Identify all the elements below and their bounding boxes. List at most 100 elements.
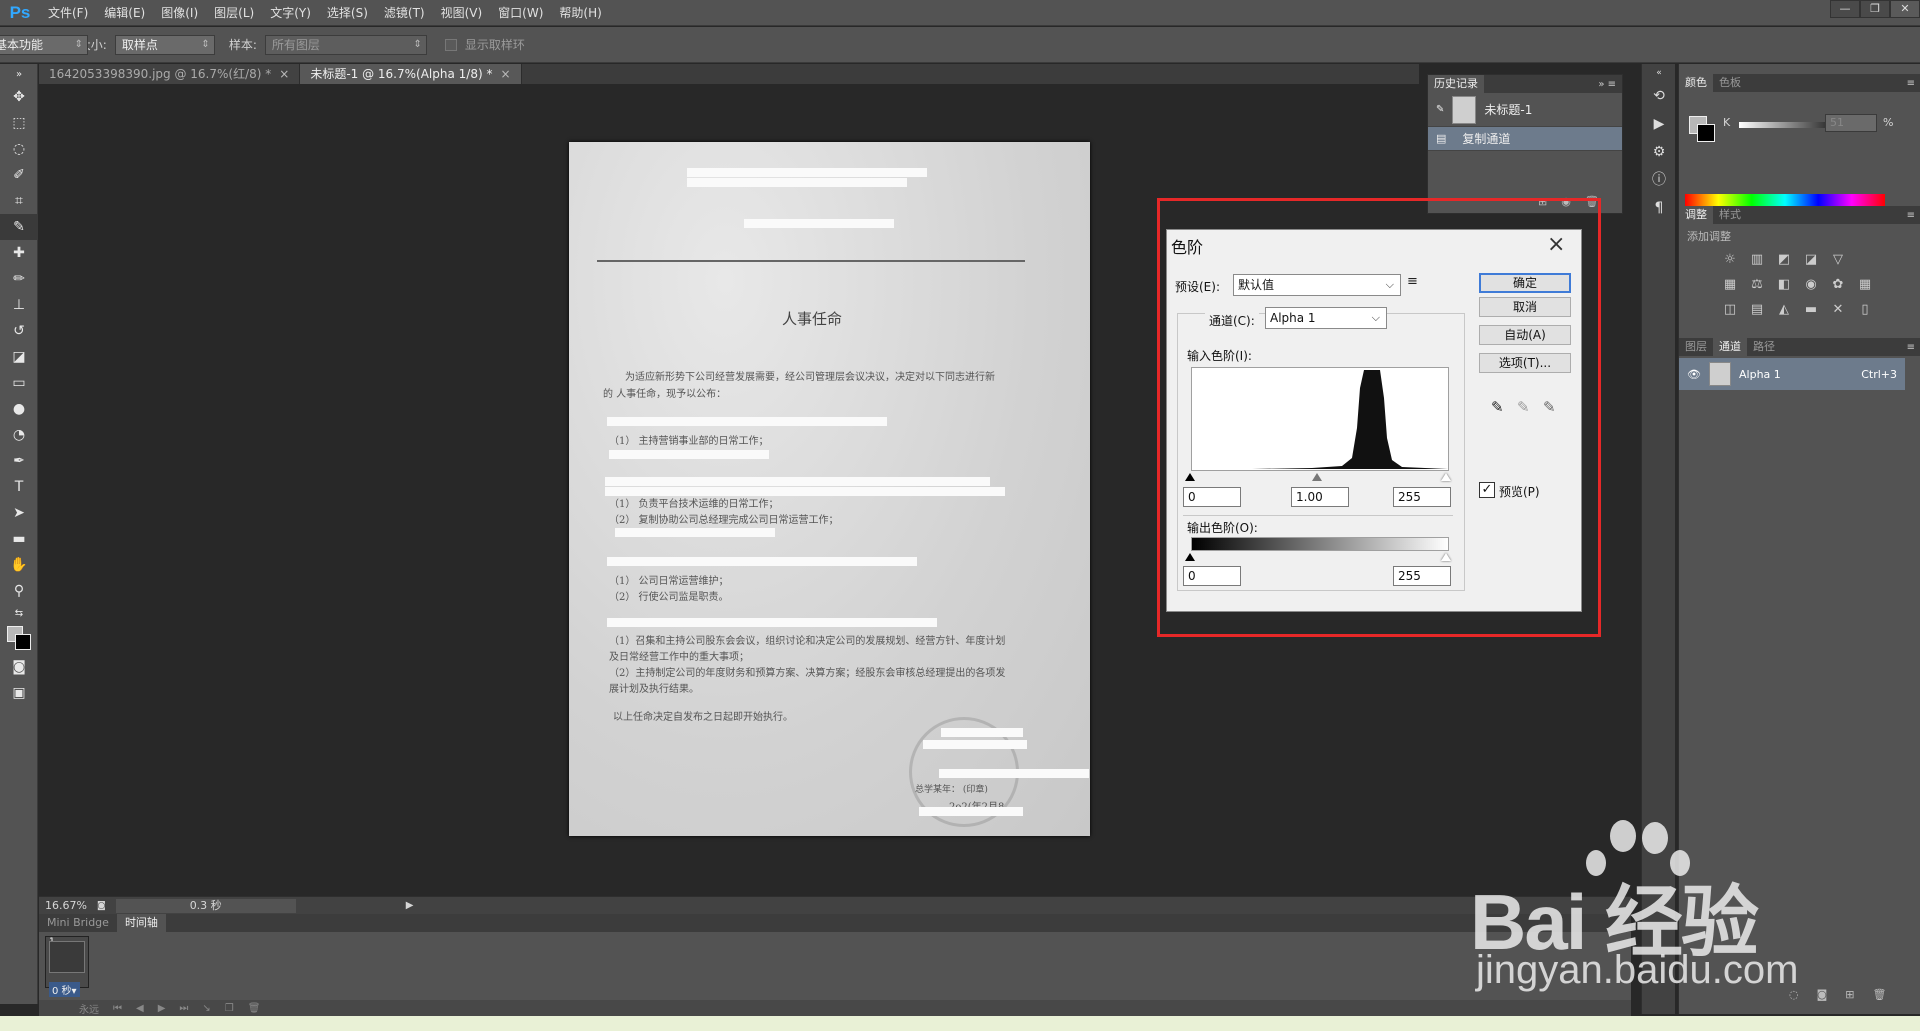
k-value-input[interactable]: 51 — [1825, 114, 1877, 132]
threshold-icon[interactable]: ◭ — [1773, 300, 1795, 320]
panel-menu-icon[interactable]: ≡ — [1907, 210, 1915, 221]
input-white-field[interactable]: 255 — [1393, 487, 1451, 507]
exposure-icon[interactable]: ◪ — [1800, 250, 1822, 270]
doc-info-icon[interactable]: ◙ — [97, 901, 106, 911]
black-white-icon[interactable]: ◧ — [1773, 275, 1795, 295]
menu-image[interactable]: 图像(I) — [153, 0, 206, 26]
screen-mode-icon[interactable]: ▣ — [0, 680, 38, 706]
preset-menu-icon[interactable]: ≡ — [1407, 274, 1418, 289]
background-color-swatch[interactable] — [1697, 124, 1715, 142]
output-black-field[interactable]: 0 — [1183, 566, 1241, 586]
sample-select[interactable]: 所有图层 — [264, 34, 427, 55]
menu-view[interactable]: 视图(V) — [433, 0, 491, 26]
sample-size-select[interactable]: 取样点 — [114, 34, 215, 55]
menu-help[interactable]: 帮助(H) — [551, 0, 609, 26]
brush-tool-icon[interactable]: ✏ — [0, 266, 38, 292]
play-icon[interactable]: ▶ — [158, 1003, 166, 1014]
duplicate-frame-icon[interactable]: ❐ — [225, 1003, 234, 1014]
menu-edit[interactable]: 编辑(E) — [96, 0, 153, 26]
hand-tool-icon[interactable]: ✋ — [0, 552, 38, 578]
marquee-tool-icon[interactable]: ⬚ — [0, 110, 38, 136]
preset-select[interactable]: 默认值 ⌵ — [1233, 274, 1401, 296]
properties-panel-icon[interactable]: ⚙ — [1642, 138, 1676, 166]
ok-button[interactable]: 确定 — [1479, 273, 1571, 293]
input-gamma-slider[interactable] — [1312, 473, 1322, 481]
menu-select[interactable]: 选择(S) — [319, 0, 376, 26]
input-black-slider[interactable] — [1185, 473, 1195, 481]
collapse-icon[interactable]: » — [0, 64, 38, 84]
tab-color[interactable]: 颜色 — [1679, 74, 1713, 92]
next-frame-icon[interactable]: ⏭ — [179, 1003, 188, 1014]
history-brush-source-icon[interactable]: ✎ — [1436, 104, 1444, 115]
tab-channels[interactable]: 通道 — [1713, 338, 1747, 356]
eyedropper-tool-icon[interactable]: ✎ — [0, 214, 38, 240]
white-eyedropper-icon[interactable]: ✎ — [1543, 398, 1556, 416]
menu-window[interactable]: 窗口(W) — [490, 0, 551, 26]
delete-frame-icon[interactable]: 🗑 — [248, 1003, 261, 1014]
pen-tool-icon[interactable]: ✒ — [0, 448, 38, 474]
levels-icon[interactable]: ▥ — [1746, 250, 1768, 270]
actions-panel-icon[interactable]: ▶ — [1642, 110, 1676, 138]
gradient-map-icon[interactable]: ▬ — [1800, 300, 1822, 320]
tab-untitled-document[interactable]: 未标题-1 @ 16.7%(Alpha 1/8) * × — [300, 64, 522, 84]
history-item-snapshot[interactable]: ✎ 未标题-1 — [1428, 93, 1622, 127]
close-icon[interactable]: × — [1547, 232, 1565, 257]
paragraph-panel-icon[interactable]: ¶ — [1642, 194, 1676, 222]
eraser-tool-icon[interactable]: ◪ — [0, 344, 38, 370]
tab-swatches[interactable]: 色板 — [1713, 74, 1747, 92]
menu-filter[interactable]: 滤镜(T) — [376, 0, 433, 26]
output-white-slider[interactable] — [1441, 553, 1451, 561]
quick-mask-icon[interactable]: ◙ — [0, 654, 38, 680]
zoom-tool-icon[interactable]: ⚲ — [0, 578, 38, 604]
tween-icon[interactable]: ↘ — [202, 1003, 210, 1014]
hue-saturation-icon[interactable]: ▦ — [1719, 275, 1741, 295]
tab-styles[interactable]: 样式 — [1713, 206, 1747, 224]
loop-select[interactable]: 永远 — [79, 1001, 99, 1016]
channel-row-alpha[interactable]: 👁 Alpha 1 Ctrl+3 — [1679, 358, 1905, 390]
info-panel-icon[interactable]: ⓘ — [1642, 166, 1676, 194]
dodge-tool-icon[interactable]: ◔ — [0, 422, 38, 448]
output-white-field[interactable]: 255 — [1393, 566, 1451, 586]
vibrance-icon[interactable]: ▽ — [1827, 250, 1849, 270]
type-tool-icon[interactable]: T — [0, 474, 38, 500]
panel-menu-icon[interactable]: » ≡ — [1598, 79, 1616, 90]
gray-eyedropper-icon[interactable]: ✎ — [1517, 398, 1530, 416]
input-black-field[interactable]: 0 — [1183, 487, 1241, 507]
show-ring-checkbox[interactable] — [444, 38, 457, 51]
color-balance-icon[interactable]: ⚖ — [1746, 275, 1768, 295]
preview-checkbox[interactable]: ✓ — [1479, 482, 1495, 498]
output-black-slider[interactable] — [1185, 553, 1195, 561]
document-canvas[interactable]: 人事任命 为适应新形势下公司经营发展需要，经公司管理层会议决议，决定对以下同志进… — [569, 142, 1090, 836]
menu-layer[interactable]: 图层(L) — [206, 0, 262, 26]
close-window-button[interactable]: ✕ — [1890, 0, 1920, 18]
history-brush-icon[interactable]: ↺ — [0, 318, 38, 344]
black-eyedropper-icon[interactable]: ✎ — [1491, 398, 1504, 416]
panel-menu-icon[interactable]: ≡ — [1907, 342, 1915, 353]
swap-colors-icon[interactable]: ⇆ — [0, 604, 38, 622]
shape-tool-icon[interactable]: ▬ — [0, 526, 38, 552]
animation-frame[interactable]: 1 — [45, 936, 89, 988]
crop-tool-icon[interactable]: ⌗ — [0, 188, 38, 214]
tab-paths[interactable]: 路径 — [1747, 338, 1781, 356]
clone-stamp-icon[interactable]: ⊥ — [0, 292, 38, 318]
tab-layers[interactable]: 图层 — [1679, 338, 1713, 356]
options-button[interactable]: 选项(T)... — [1479, 353, 1571, 373]
color-swatches-icon[interactable] — [0, 622, 38, 654]
menu-file[interactable]: 文件(F) — [40, 0, 96, 26]
healing-brush-icon[interactable]: ✚ — [0, 240, 38, 266]
cancel-button[interactable]: 取消 — [1479, 297, 1571, 317]
curves-icon[interactable]: ◩ — [1773, 250, 1795, 270]
first-frame-icon[interactable]: ⏮ — [113, 1003, 122, 1014]
auto-button[interactable]: 自动(A) — [1479, 325, 1571, 345]
workspace-select[interactable]: 基本功能 — [0, 35, 88, 55]
menu-type[interactable]: 文字(Y) — [262, 0, 319, 26]
prev-frame-icon[interactable]: ◀ — [136, 1003, 144, 1014]
tab-mini-bridge[interactable]: Mini Bridge — [39, 914, 117, 932]
zoom-level[interactable]: 16.67% — [45, 899, 87, 912]
channel-select[interactable]: Alpha 1 ⌵ — [1265, 307, 1387, 329]
blur-tool-icon[interactable]: ● — [0, 396, 38, 422]
selective-color-icon[interactable]: ✕ — [1827, 300, 1849, 320]
input-white-slider[interactable] — [1441, 473, 1451, 481]
restore-button[interactable]: ❐ — [1860, 0, 1890, 18]
color-lookup-icon[interactable]: ▦ — [1854, 275, 1876, 295]
